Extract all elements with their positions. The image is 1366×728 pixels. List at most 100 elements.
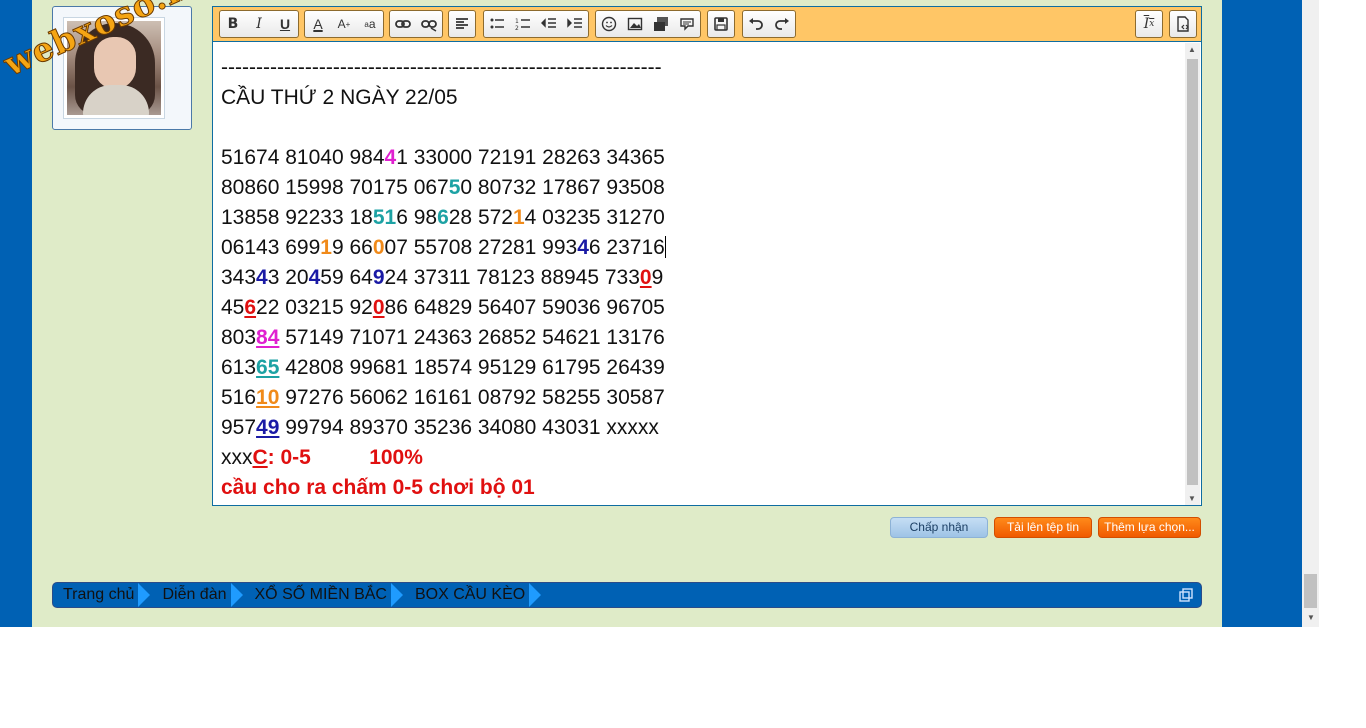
highlighted-digits: 4 — [256, 266, 268, 289]
message-text: 99794 89370 35236 34080 43031 xxxxx — [279, 416, 659, 439]
message-text: 07 55708 27281 993 — [384, 236, 578, 259]
highlighted-digits: : 0-5 100% — [267, 446, 423, 469]
message-line: CẦU THỨ 2 NGÀY 22/05 — [221, 83, 1183, 113]
message-line: ----------------------------------------… — [221, 53, 1183, 83]
message-text: 6 23716 — [588, 236, 665, 259]
message-text: 516 — [221, 386, 257, 409]
accept-button[interactable]: Chấp nhận — [890, 517, 988, 538]
font-group: A A + aa — [304, 10, 384, 38]
align-left-icon[interactable] — [449, 11, 475, 37]
highlighted-digits: 0 — [639, 266, 652, 289]
message-text: 80860 15998 70175 067 — [221, 176, 449, 199]
highlighted-digits: 49 — [256, 416, 280, 439]
message-textarea[interactable]: ----------------------------------------… — [213, 43, 1183, 505]
message-text: 22 03215 92 — [256, 296, 373, 319]
message-line: 45622 03215 92086 64829 56407 59036 9670… — [221, 293, 1183, 323]
upload-file-button[interactable]: Tải lên tệp tin — [994, 517, 1092, 538]
more-options-button[interactable]: Thêm lựa chọn... — [1098, 517, 1201, 538]
message-text: 59 64 — [320, 266, 373, 289]
message-line: 95749 99794 89370 35236 34080 43031 xxxx… — [221, 413, 1183, 443]
font-size-button[interactable]: A + — [331, 11, 357, 37]
breadcrumb-arrow-icon — [230, 583, 243, 607]
italic-button[interactable]: I — [246, 11, 272, 37]
breadcrumb: Trang chủ Diễn đàn XỔ SỐ MIỀN BẮC BOX CẦ… — [52, 582, 1202, 608]
message-text: 97276 56062 16161 08792 58255 30587 — [279, 386, 665, 409]
page-scrollbar-thumb[interactable] — [1304, 574, 1317, 608]
message-text: 9 — [651, 266, 664, 289]
clear-format-group: Ix — [1135, 10, 1163, 38]
highlighted-digits: 84 — [256, 326, 280, 349]
message-line: 61365 42808 99681 18574 95129 61795 2643… — [221, 353, 1183, 383]
bullet-list-icon[interactable] — [484, 11, 510, 37]
font-color-button[interactable]: A — [305, 11, 331, 37]
message-text: 28 572 — [448, 206, 513, 229]
popup-icon[interactable] — [1179, 588, 1193, 602]
message-line: 06143 69919 66007 55708 27281 99346 2371… — [221, 233, 1183, 263]
message-text: 86 64829 56407 59036 96705 — [384, 296, 665, 319]
breadcrumb-home[interactable]: Trang chủ — [53, 583, 138, 607]
save-draft-icon[interactable] — [708, 11, 734, 37]
highlighted-digits: 0 — [372, 296, 385, 319]
message-text: 06143 699 — [221, 236, 321, 259]
highlighted-digits: 51 — [372, 206, 397, 229]
underline-button[interactable]: U — [272, 11, 298, 37]
editor-scrollbar-thumb[interactable] — [1187, 59, 1198, 485]
svg-text:1: 1 — [515, 18, 519, 25]
toggle-source-icon[interactable] — [1170, 11, 1196, 37]
message-text: 803 — [221, 326, 257, 349]
highlighted-digits: cầu cho ra chấm 0-5 chơi bộ 01 — [221, 476, 535, 499]
highlighted-digits: 1 — [320, 236, 332, 259]
breadcrumb-forum[interactable]: Diễn đàn — [152, 583, 230, 607]
message-text: 0 80732 17867 93508 — [460, 176, 665, 199]
message-line: cầu cho ra chấm 0-5 chơi bộ 01 — [221, 473, 1183, 503]
numbered-list-icon[interactable]: 12 — [510, 11, 536, 37]
message-text: 24 37311 78123 88945 733 — [384, 266, 640, 289]
message-text: 42808 99681 18574 95129 61795 26439 — [279, 356, 665, 379]
link-icon[interactable] — [390, 11, 416, 37]
highlighted-digits: 4 — [308, 266, 321, 289]
message-line: 51610 97276 56062 16161 08792 58255 3058… — [221, 383, 1183, 413]
breadcrumb-box-cau-keo[interactable]: BOX CẦU KÈO — [405, 583, 529, 607]
highlighted-digits: 5 — [448, 176, 461, 199]
message-text: 57149 71071 24363 26852 54621 13176 — [279, 326, 665, 349]
highlighted-digits: C — [252, 446, 268, 469]
breadcrumb-xsmb[interactable]: XỔ SỐ MIỀN BẮC — [245, 583, 391, 607]
highlighted-digits: 65 — [256, 356, 280, 379]
unlink-icon[interactable] — [416, 11, 442, 37]
message-line — [221, 113, 1183, 143]
source-group — [1169, 10, 1197, 38]
highlighted-digits: 10 — [256, 386, 280, 409]
message-line: 34343 20459 64924 37311 78123 88945 7330… — [221, 263, 1183, 293]
highlighted-digits: 6 — [244, 296, 257, 319]
align-group — [448, 10, 476, 38]
smiley-icon[interactable] — [596, 11, 622, 37]
page-scrollbar[interactable]: ▼ — [1302, 0, 1319, 627]
message-line: xxxC: 0-5 100% — [221, 443, 1183, 473]
breadcrumb-arrow-icon — [138, 583, 151, 607]
bold-button[interactable]: B — [220, 11, 246, 37]
quote-icon[interactable] — [674, 11, 700, 37]
post-editor: B I U A A + aa 12 I x ------------------… — [212, 6, 1202, 506]
editor-scrollbar[interactable]: ▲ ▼ — [1185, 43, 1200, 505]
message-line: 80860 15998 70175 06750 80732 17867 9350… — [221, 173, 1183, 203]
message-text: 957 — [221, 416, 257, 439]
undo-icon[interactable] — [743, 11, 769, 37]
save-group — [707, 10, 735, 38]
highlighted-digits: 4 — [384, 146, 397, 169]
redo-icon[interactable] — [769, 11, 795, 37]
image-icon[interactable] — [622, 11, 648, 37]
font-family-button[interactable]: aa — [357, 11, 383, 37]
message-text: 613 — [221, 356, 257, 379]
history-group — [742, 10, 796, 38]
message-text: 4 03235 31270 — [524, 206, 665, 229]
highlighted-digits: 4 — [577, 236, 589, 259]
breadcrumb-arrow-icon — [529, 583, 542, 607]
message-text: 45 — [221, 296, 245, 319]
message-text: xxx — [221, 446, 253, 469]
message-line: 80384 57149 71071 24363 26852 54621 1317… — [221, 323, 1183, 353]
media-icon[interactable] — [648, 11, 674, 37]
clear-formatting-button[interactable]: Ix — [1136, 11, 1162, 37]
outdent-icon[interactable] — [536, 11, 562, 37]
indent-icon[interactable] — [562, 11, 588, 37]
highlighted-digits: 9 — [372, 266, 385, 289]
